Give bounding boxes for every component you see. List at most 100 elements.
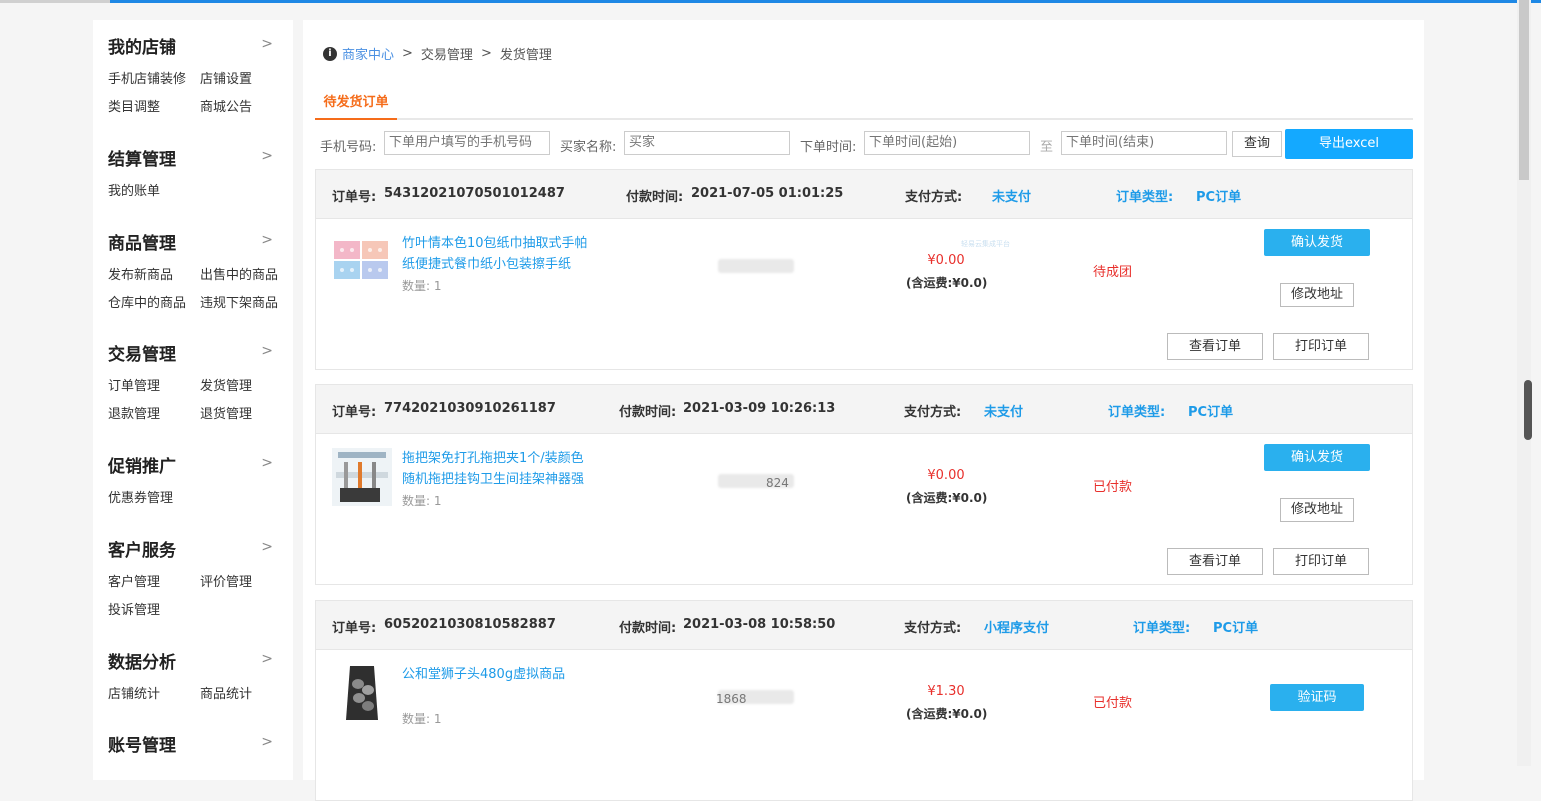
product-quantity: 数量: 1 bbox=[402, 492, 442, 509]
tab-bar: 待发货订单 bbox=[315, 92, 1413, 120]
chevron-right-icon[interactable]: > bbox=[261, 539, 273, 555]
print-order-button[interactable]: 打印订单 bbox=[1273, 548, 1369, 575]
order-type: PC订单 bbox=[1196, 190, 1242, 205]
order-card: 订单号: 6052021030810582887 付款时间: 2021-03-0… bbox=[315, 600, 1413, 801]
product-thumbnail[interactable] bbox=[332, 233, 392, 291]
sidebar-section-title[interactable]: 交易管理 bbox=[108, 343, 283, 367]
sidebar-link-mobile-decor[interactable]: 手机店铺装修 bbox=[108, 70, 200, 90]
pay-time: 2021-07-05 01:01:25 bbox=[691, 186, 844, 201]
sidebar-section-title[interactable]: 我的店铺 bbox=[108, 36, 283, 60]
edit-address-button[interactable]: 修改地址 bbox=[1280, 283, 1354, 307]
order-freight: (含运费:¥0.0) bbox=[906, 491, 988, 505]
breadcrumb: i 商家中心 > 交易管理 > 发货管理 bbox=[323, 44, 552, 63]
order-type: PC订单 bbox=[1188, 405, 1234, 420]
chevron-right-icon[interactable]: > bbox=[261, 36, 273, 52]
chevron-right-icon[interactable]: > bbox=[261, 651, 273, 667]
sidebar-link-goods-stats[interactable]: 商品统计 bbox=[200, 685, 292, 705]
sidebar-link-orders[interactable]: 订单管理 bbox=[108, 377, 200, 397]
chevron-right-icon[interactable]: > bbox=[261, 232, 273, 248]
quantity-label: 数量: bbox=[402, 494, 431, 508]
quantity-label: 数量: bbox=[402, 712, 431, 726]
sidebar-section-title[interactable]: 促销推广 bbox=[108, 455, 283, 479]
breadcrumb-separator: > bbox=[402, 46, 413, 61]
sidebar-link-reviews[interactable]: 评价管理 bbox=[200, 573, 292, 593]
quantity-value: 1 bbox=[433, 494, 442, 508]
product-quantity: 数量: 1 bbox=[402, 277, 442, 294]
top-accent-line bbox=[0, 0, 1541, 3]
sidebar-link-coupons[interactable]: 优惠券管理 bbox=[108, 489, 200, 509]
sidebar-link-complaints[interactable]: 投诉管理 bbox=[108, 601, 200, 621]
chevron-right-icon[interactable]: > bbox=[261, 455, 273, 471]
sidebar-link-customers[interactable]: 客户管理 bbox=[108, 573, 200, 593]
view-order-button[interactable]: 查看订单 bbox=[1167, 548, 1263, 575]
chevron-right-icon[interactable]: > bbox=[261, 148, 273, 164]
sidebar-section-title[interactable]: 客户服务 bbox=[108, 539, 283, 563]
pay-time: 2021-03-08 10:58:50 bbox=[683, 617, 836, 632]
sidebar-section-title[interactable]: 账号管理 bbox=[108, 734, 283, 758]
order-freight: (含运费:¥0.0) bbox=[906, 276, 988, 290]
query-button[interactable]: 查询 bbox=[1232, 131, 1282, 157]
edit-address-button[interactable]: 修改地址 bbox=[1280, 498, 1354, 522]
end-time-input[interactable] bbox=[1061, 131, 1227, 155]
verify-code-button[interactable]: 验证码 bbox=[1270, 684, 1364, 711]
sidebar-link-publish[interactable]: 发布新商品 bbox=[108, 266, 200, 286]
sidebar-section-title[interactable]: 数据分析 bbox=[108, 651, 283, 675]
export-excel-button[interactable]: 导出excel bbox=[1285, 129, 1413, 159]
order-body: 公和堂狮子头480g虚拟商品 数量: 1 1868 ¥1.30 (含运费:¥0.… bbox=[316, 650, 1412, 800]
sidebar-link-shop-stats[interactable]: 店铺统计 bbox=[108, 685, 200, 705]
quantity-value: 1 bbox=[433, 279, 442, 293]
quantity-value: 1 bbox=[433, 712, 442, 726]
pay-method-label: 支付方式: bbox=[904, 621, 962, 636]
phone-input[interactable] bbox=[384, 131, 550, 155]
order-time-label: 下单时间: bbox=[800, 140, 857, 155]
breadcrumb-trade: 交易管理 bbox=[420, 48, 473, 63]
sidebar-link-refunds[interactable]: 退款管理 bbox=[108, 405, 200, 425]
sidebar-link-shop-settings[interactable]: 店铺设置 bbox=[200, 70, 292, 90]
order-freight: (含运费:¥0.0) bbox=[906, 707, 988, 721]
sidebar-section-title[interactable]: 结算管理 bbox=[108, 148, 283, 172]
pay-time: 2021-03-09 10:26:13 bbox=[683, 401, 836, 416]
order-card: 订单号: 54312021070501012487 付款时间: 2021-07-… bbox=[315, 169, 1413, 370]
sidebar-link-shipping[interactable]: 发货管理 bbox=[200, 377, 292, 397]
confirm-ship-button[interactable]: 确认发货 bbox=[1264, 444, 1370, 471]
order-price: ¥0.00 bbox=[927, 253, 965, 268]
print-order-button[interactable]: 打印订单 bbox=[1273, 333, 1369, 360]
sidebar-link-violations[interactable]: 违规下架商品 bbox=[200, 294, 292, 314]
sidebar-section-trade: 交易管理 > 订单管理 发货管理 退款管理 退货管理 bbox=[108, 343, 283, 425]
blurred-phone bbox=[718, 259, 794, 273]
order-header: 订单号: 6052021030810582887 付款时间: 2021-03-0… bbox=[316, 601, 1412, 650]
tab-pending-shipment[interactable]: 待发货订单 bbox=[315, 92, 397, 120]
chevron-right-icon[interactable]: > bbox=[261, 343, 273, 359]
watermark: 轻易云集成平台 bbox=[961, 240, 1010, 248]
chevron-right-icon[interactable]: > bbox=[261, 734, 273, 750]
sidebar-link-returns[interactable]: 退货管理 bbox=[200, 405, 292, 425]
info-icon: i bbox=[323, 46, 337, 61]
order-type-label: 订单类型: bbox=[1116, 190, 1174, 205]
product-thumbnail[interactable] bbox=[332, 664, 392, 722]
sidebar-link-bill[interactable]: 我的账单 bbox=[108, 182, 200, 202]
breadcrumb-home[interactable]: 商家中心 bbox=[342, 44, 394, 63]
sidebar-section-analytics: 数据分析 > 店铺统计 商品统计 bbox=[108, 651, 283, 705]
sidebar-section-title[interactable]: 商品管理 bbox=[108, 232, 283, 256]
order-header: 订单号: 54312021070501012487 付款时间: 2021-07-… bbox=[316, 170, 1412, 219]
sidebar-link-warehouse[interactable]: 仓库中的商品 bbox=[108, 294, 200, 314]
scrollbar-thumb[interactable] bbox=[1519, 0, 1529, 180]
sidebar-section-promotion: 促销推广 > 优惠券管理 bbox=[108, 455, 283, 509]
order-no-label: 订单号: bbox=[332, 190, 377, 205]
buyer-input[interactable] bbox=[624, 131, 790, 155]
breadcrumb-current: 发货管理 bbox=[499, 48, 552, 63]
product-thumbnail[interactable] bbox=[332, 448, 392, 506]
view-order-button[interactable]: 查看订单 bbox=[1167, 333, 1263, 360]
order-no-label: 订单号: bbox=[332, 405, 377, 420]
product-name-link[interactable]: 拖把架免打孔拖把夹1个/装颜色随机拖把挂钩卫生间挂架神器强 bbox=[402, 448, 592, 490]
sidebar-section-goods: 商品管理 > 发布新商品 出售中的商品 仓库中的商品 违规下架商品 bbox=[108, 232, 283, 314]
confirm-ship-button[interactable]: 确认发货 bbox=[1264, 229, 1370, 256]
product-name-link[interactable]: 公和堂狮子头480g虚拟商品 bbox=[402, 664, 592, 685]
buyer-phone: 824 bbox=[766, 476, 789, 490]
product-name-link[interactable]: 竹叶情本色10包纸巾抽取式手帕纸便捷式餐巾纸小包装擦手纸 bbox=[402, 233, 592, 275]
sidebar-link-announcement[interactable]: 商城公告 bbox=[200, 98, 292, 118]
sidebar-link-on-sale[interactable]: 出售中的商品 bbox=[200, 266, 292, 286]
sidebar-link-category[interactable]: 类目调整 bbox=[108, 98, 200, 118]
start-time-input[interactable] bbox=[864, 131, 1030, 155]
scroll-handle[interactable] bbox=[1524, 380, 1532, 440]
